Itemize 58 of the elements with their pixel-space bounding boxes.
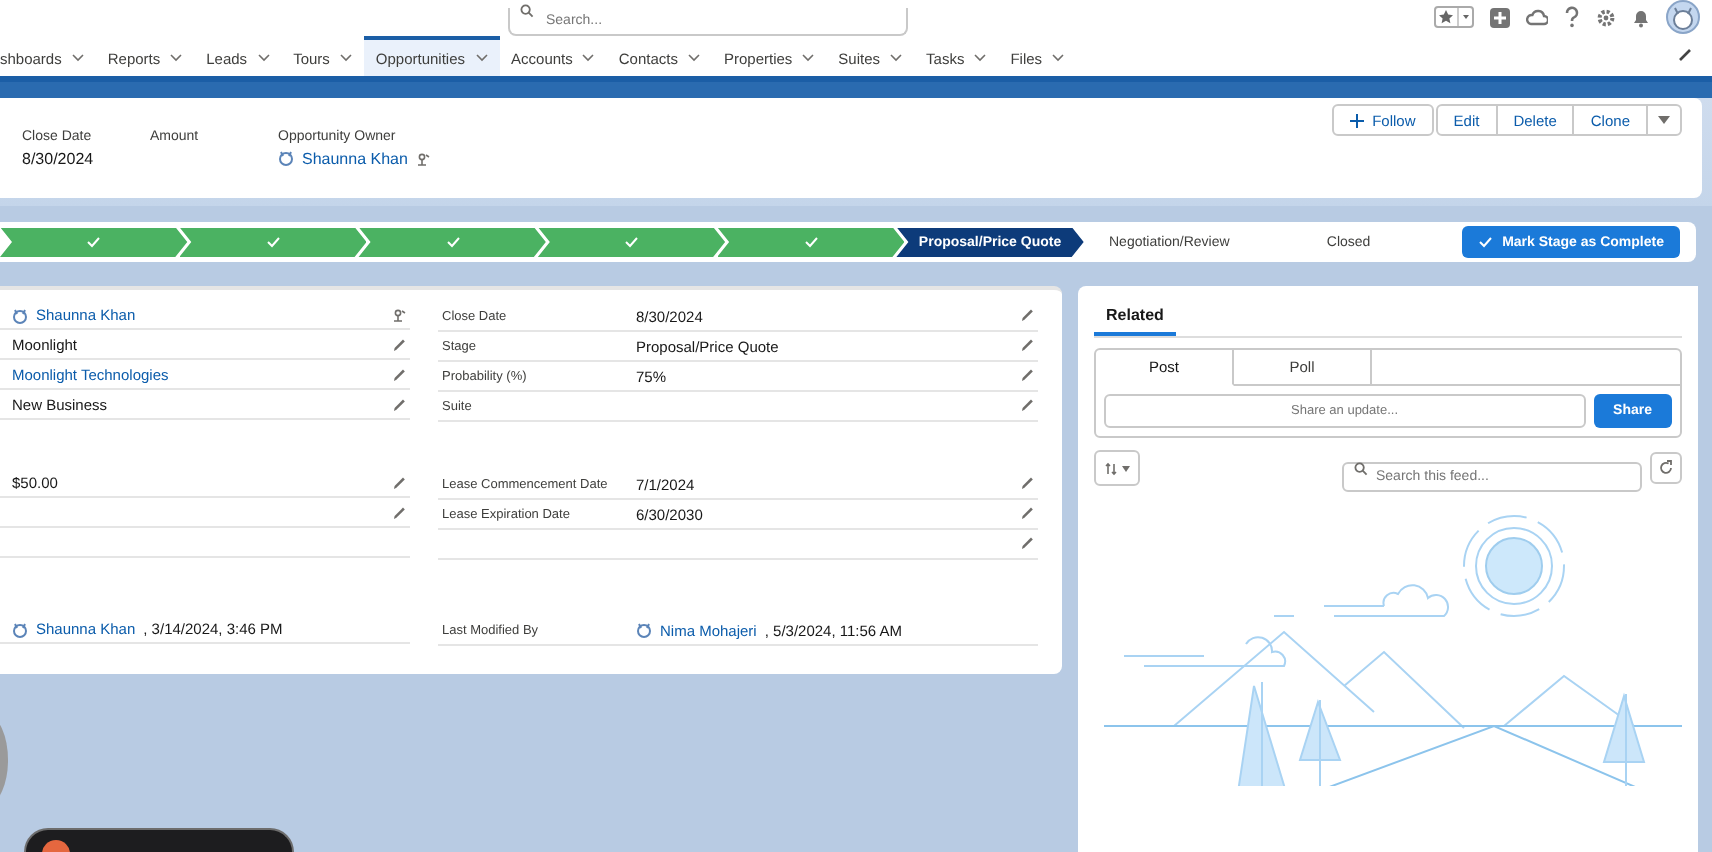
chevron-down-icon[interactable] <box>71 54 84 62</box>
checkmark-icon <box>803 236 818 248</box>
pencil-icon[interactable] <box>392 398 406 412</box>
plus-icon[interactable] <box>1490 7 1510 27</box>
chevron-down-icon[interactable] <box>257 54 270 62</box>
path-stage-complete[interactable] <box>179 227 367 257</box>
search-icon <box>1354 461 1368 475</box>
recorder-widget[interactable] <box>24 828 294 852</box>
caret-icon <box>1658 116 1670 124</box>
path-stage-complete[interactable] <box>358 227 546 257</box>
checkmark-icon <box>1478 236 1493 248</box>
pencil-icon[interactable] <box>392 338 406 352</box>
change-owner-icon[interactable] <box>415 151 430 165</box>
change-owner-icon[interactable] <box>392 308 406 322</box>
pencil-icon[interactable] <box>1020 398 1034 412</box>
pencil-icon[interactable] <box>392 368 406 382</box>
chevron-down-icon[interactable] <box>802 54 815 62</box>
path-stage-complete[interactable] <box>537 227 726 257</box>
avatar-icon[interactable] <box>1666 0 1700 34</box>
sort-icon <box>1104 461 1118 475</box>
chevron-down-icon[interactable] <box>1052 54 1065 62</box>
checkmark-icon <box>86 236 101 248</box>
pencil-icon[interactable] <box>1020 308 1034 322</box>
panel-tab[interactable]: Related <box>1094 298 1176 336</box>
pencil-icon[interactable] <box>1020 476 1034 490</box>
settings-icon[interactable] <box>1596 7 1616 27</box>
cloud-icon[interactable] <box>1526 7 1548 27</box>
chevron-down-icon[interactable] <box>890 54 903 62</box>
field-value: 8/30/2024 <box>22 149 94 167</box>
checkmark-icon <box>445 236 460 248</box>
pencil-icon[interactable] <box>1020 536 1034 550</box>
chevron-down-icon[interactable] <box>687 54 700 62</box>
refresh-button[interactable] <box>1650 452 1682 484</box>
pencil-icon[interactable] <box>1020 368 1034 382</box>
chevron-down-icon[interactable] <box>582 54 595 62</box>
pencil-icon[interactable] <box>392 506 406 520</box>
search-icon <box>520 4 534 18</box>
bell-icon[interactable] <box>1632 7 1650 27</box>
plus-icon <box>1350 113 1365 127</box>
checkmark-icon <box>265 236 280 248</box>
chevron-down-icon[interactable] <box>339 54 352 62</box>
checkmark-icon <box>624 236 639 248</box>
help-icon[interactable] <box>1564 6 1580 28</box>
caret-icon <box>1122 465 1130 471</box>
path-stage-complete[interactable] <box>717 227 905 257</box>
chevron-down-icon[interactable] <box>974 54 987 62</box>
sort-button[interactable] <box>1094 450 1140 486</box>
pencil-icon[interactable] <box>1020 506 1034 520</box>
pencil-icon[interactable] <box>1020 338 1034 352</box>
owner-link[interactable]: Shaunna Khan <box>302 149 408 167</box>
pencil-icon[interactable] <box>1678 48 1692 62</box>
more-actions-button[interactable] <box>1646 104 1682 136</box>
chevron-down-icon[interactable] <box>475 54 488 62</box>
path-stage-complete[interactable] <box>0 227 188 257</box>
favorites-star-dropdown-icon[interactable] <box>1434 6 1474 28</box>
pencil-icon[interactable] <box>392 476 406 490</box>
refresh-icon <box>1658 460 1674 476</box>
chevron-down-icon[interactable] <box>170 54 183 62</box>
